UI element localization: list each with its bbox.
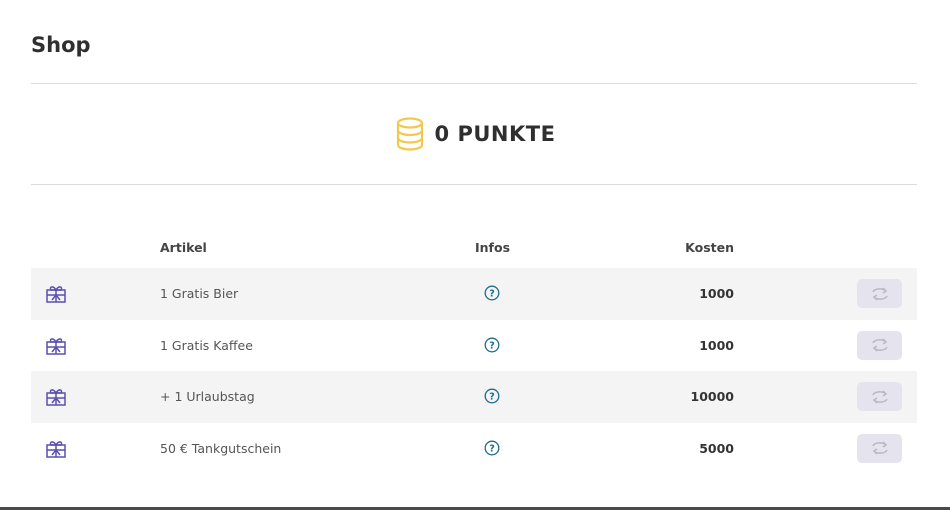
item-name: + 1 Urlaubstag: [160, 389, 255, 404]
gift-icon: [46, 440, 66, 458]
exchange-icon: [871, 389, 888, 404]
header-divider: [31, 83, 917, 84]
exchange-icon: [871, 338, 888, 352]
gift-icon: [46, 286, 66, 303]
svg-text:?: ?: [489, 289, 495, 300]
help-circle-icon[interactable]: ?: [484, 388, 500, 404]
item-name: 50 € Tankgutschein: [160, 440, 282, 456]
exchange-icon: [871, 286, 888, 301]
item-cost: 5000: [699, 440, 734, 456]
points-value: 0 PUNKTE: [434, 122, 556, 146]
table-row: 1 Gratis Bier ? 1000: [31, 268, 917, 320]
redeem-button[interactable]: [857, 382, 902, 411]
svg-text:?: ?: [489, 340, 495, 351]
exchange-icon: [871, 441, 888, 455]
page-title: Shop: [31, 33, 91, 57]
shop-table: Artikel Infos Kosten 1 Gratis Bier ? 100…: [31, 228, 917, 474]
item-name: 1 Gratis Bier: [160, 286, 239, 301]
table-row: + 1 Urlaubstag ? 10000: [31, 371, 917, 423]
column-header-kosten: Kosten: [685, 240, 734, 255]
column-header-artikel: Artikel: [160, 240, 207, 255]
table-header: Artikel Infos Kosten: [31, 228, 917, 268]
redeem-button[interactable]: [857, 279, 902, 308]
help-circle-icon[interactable]: ?: [484, 285, 500, 301]
redeem-button[interactable]: [857, 330, 902, 360]
item-cost: 1000: [699, 286, 734, 301]
help-circle-icon[interactable]: ?: [484, 440, 500, 456]
item-name: 1 Gratis Kaffee: [160, 337, 253, 353]
points-balance: 0 PUNKTE: [0, 114, 950, 154]
shop-page: Shop 0 PUNKTE Artikel Infos Kosten 1 Gra…: [0, 0, 950, 510]
coins-stack-icon: [396, 117, 423, 151]
item-cost: 10000: [690, 389, 735, 404]
gift-icon: [46, 337, 66, 355]
svg-text:?: ?: [489, 392, 495, 403]
help-circle-icon[interactable]: ?: [484, 337, 500, 353]
points-divider: [31, 184, 917, 185]
table-row: 50 € Tankgutschein ? 5000: [31, 423, 917, 475]
gift-icon: [46, 389, 66, 406]
item-cost: 1000: [699, 337, 734, 353]
table-row: 1 Gratis Kaffee ? 1000: [31, 320, 917, 372]
column-header-infos: Infos: [475, 240, 511, 255]
svg-text:?: ?: [489, 443, 495, 454]
redeem-button[interactable]: [857, 433, 902, 463]
